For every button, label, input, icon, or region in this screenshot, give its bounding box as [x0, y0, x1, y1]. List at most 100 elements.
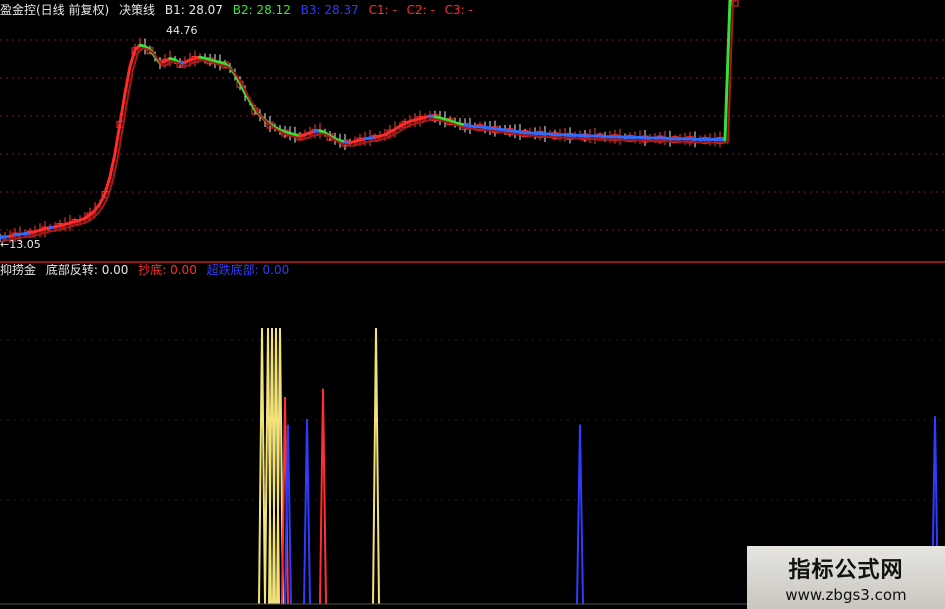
decision-line-lagging: [377, 138, 384, 142]
decision-line-lagging: [447, 121, 454, 125]
decision-line-lagging: [317, 132, 324, 136]
decision-line-lagging: [407, 123, 414, 128]
decision-line-lagging: [287, 134, 294, 138]
watermark-title: 指标公式网: [788, 558, 904, 583]
indicator-spike: [372, 327, 380, 605]
decision-line-lagging: [387, 134, 394, 139]
decision-line-lagging: [392, 131, 399, 136]
decision-line-lagging: [397, 128, 404, 134]
indicator-spike: [258, 327, 266, 605]
decision-line-lagging: [72, 223, 79, 227]
decision-line-lagging: [32, 233, 39, 237]
decision-line-lagging: [417, 120, 424, 124]
oversold-bottom-value: 超跌底部: 0.00: [206, 263, 290, 277]
c3-value: C3: -: [444, 3, 473, 17]
decision-line-lagging: [667, 140, 674, 143]
decision-line-lagging: [372, 139, 379, 143]
decision-line-lagging: [302, 136, 309, 141]
decision-line-lagging: [292, 135, 299, 139]
decision-line-lagging: [427, 118, 434, 122]
decision-line-lagging: [222, 64, 229, 68]
decision-line-lagging: [77, 222, 84, 226]
decision-line-lagging: [412, 122, 419, 126]
price-candles: [0, 0, 739, 243]
decision-line-lagging: [502, 131, 509, 135]
decision-line-lagging: [512, 132, 519, 136]
b1-value: B1: 28.07: [164, 3, 223, 17]
decision-line-lagging: [207, 60, 214, 64]
decision-line-lagging: [57, 227, 64, 231]
decision-line-lagging: [497, 130, 504, 134]
decision-line-lagging: [457, 124, 464, 128]
decision-line-lagging: [217, 63, 224, 67]
decision-line-lagging: [442, 120, 449, 124]
indicator-spike: [303, 419, 311, 605]
decision-line-lagging: [297, 136, 304, 141]
decision-line-lagging: [167, 60, 174, 66]
decision-line-lagging: [202, 59, 209, 63]
decision-line-lagging: [197, 59, 204, 63]
decision-line-lagging: [192, 60, 199, 64]
decision-line-lagging: [482, 128, 489, 132]
decision-line-lagging: [622, 138, 629, 142]
price-grid: [0, 39, 945, 231]
decision-line-lagging: [172, 60, 179, 64]
decision-line-lagging: [517, 133, 524, 137]
decision-line-lagging: [182, 64, 189, 68]
decision-line-lagging: [492, 130, 499, 133]
decision-line-lagging: [462, 126, 469, 130]
decision-line-lagging: [67, 224, 74, 229]
decision-line-lagging: [162, 63, 169, 68]
indicator-spike: [319, 388, 327, 605]
decision-line-lagging: [347, 144, 354, 147]
decision-line-lagging: [142, 47, 149, 51]
stock-title: 盈金控(日线 前复权): [0, 3, 110, 17]
decision-line-lagging: [472, 128, 479, 131]
decision-line-lagging: [52, 228, 59, 232]
price-lines: [0, 0, 738, 242]
decision-line-lagging: [542, 135, 549, 139]
indicator-name: 决策线: [119, 3, 156, 17]
decision-line-lagging: [187, 61, 194, 67]
decision-line-lagging: [42, 231, 49, 235]
decision-line-lagging: [82, 220, 89, 225]
decision-line-lagging: [642, 139, 649, 143]
decision-line-lagging: [487, 129, 494, 133]
decision-line-lagging: [692, 140, 699, 144]
decision-line-lagging: [382, 136, 389, 141]
decision-line-lagging: [422, 119, 429, 123]
decision-line-lagging: [552, 136, 559, 139]
price-panel-header: 盈金控(日线 前复权) 决策线 B1: 28.07 B2: 28.12 B3: …: [0, 3, 479, 17]
decision-line-lagging: [437, 118, 444, 122]
decision-line-lagging: [47, 229, 54, 233]
decision-line-lagging: [212, 61, 219, 66]
decision-line-lagging: [367, 140, 374, 143]
decision-line-lagging: [432, 117, 439, 121]
decision-line-lagging: [507, 132, 514, 135]
decision-line-lagging: [567, 136, 574, 140]
decision-line-lagging: [362, 140, 369, 145]
decision-line-lagging: [147, 48, 154, 54]
decision-line-lagging: [532, 134, 539, 138]
decision-line-lagging: [357, 142, 364, 146]
indicator-grid: [0, 339, 945, 501]
b3-value: B3: 28.37: [300, 3, 359, 17]
indicator-spike: [576, 424, 584, 605]
c1-value: C1: -: [368, 3, 397, 17]
decision-line-lagging: [522, 134, 529, 137]
chart-canvas: [0, 0, 945, 605]
decision-line-lagging: [312, 133, 319, 137]
decision-line-lagging: [582, 137, 589, 141]
price-low-label: ←13.05: [0, 238, 41, 251]
price-high-label: 44.76: [166, 24, 198, 37]
decision-line-lagging: [342, 142, 349, 147]
decision-line-lagging: [602, 138, 609, 141]
decision-line-lagging: [402, 125, 409, 130]
c2-value: C2: -: [406, 3, 435, 17]
bottom-fishing-value: 抄底: 0.00: [138, 263, 197, 277]
b2-value: B2: 28.12: [232, 3, 291, 17]
decision-line-lagging: [27, 234, 34, 238]
decision-line-lagging: [467, 127, 474, 131]
indicator-title: 抑捞金: [0, 263, 37, 277]
watermark: 指标公式网 www.zbgs3.com: [747, 546, 945, 609]
